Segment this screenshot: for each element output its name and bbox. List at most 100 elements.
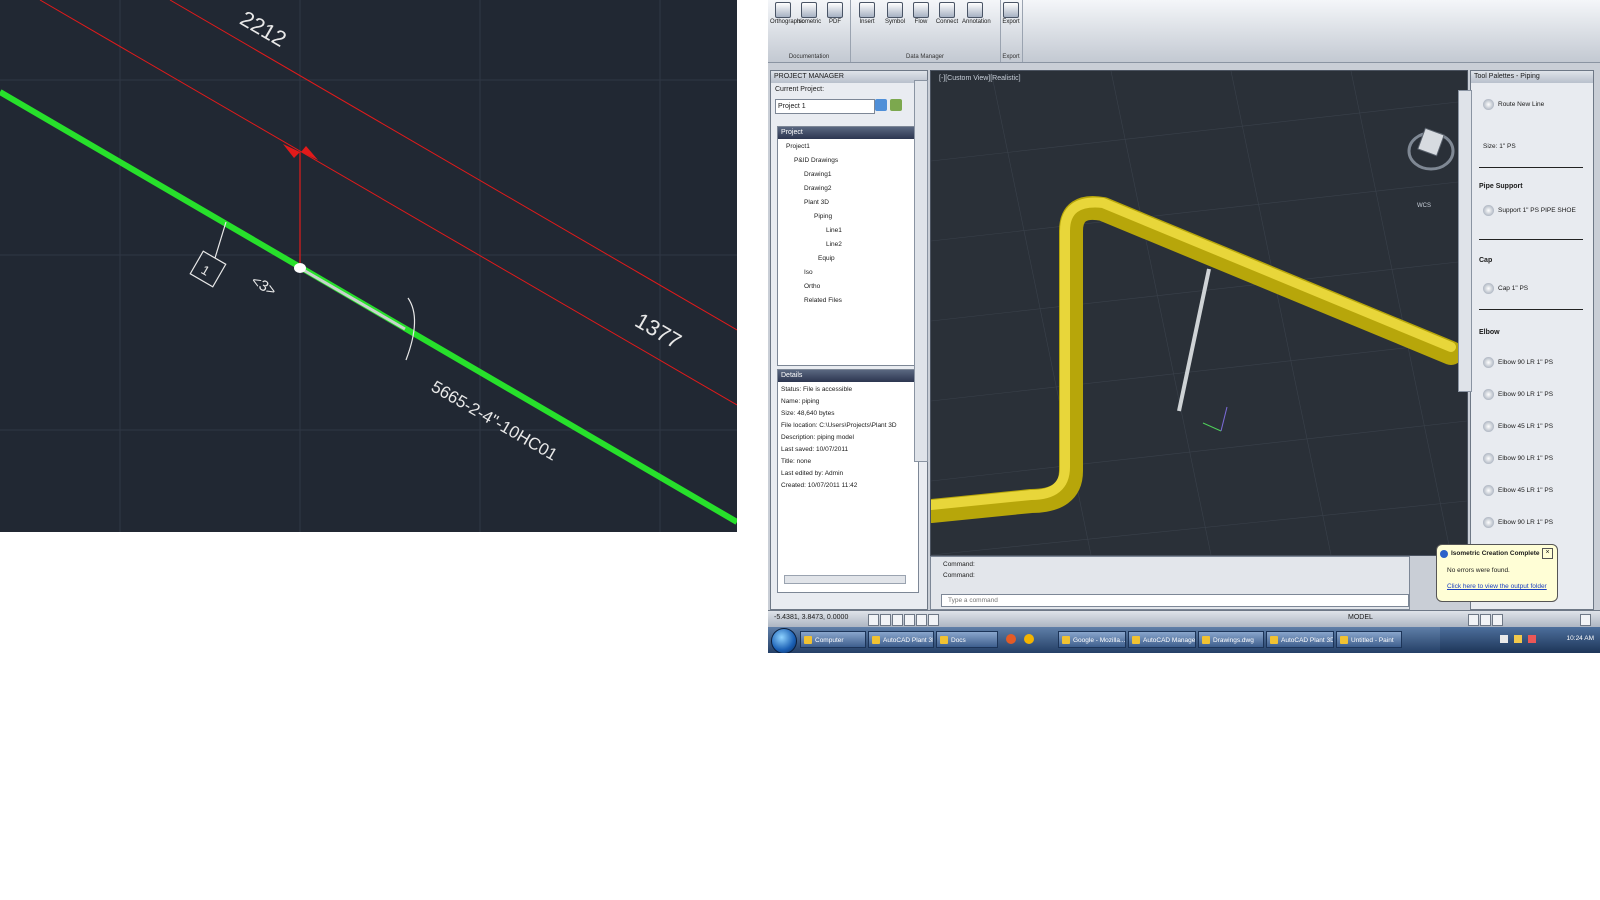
elbow-tool[interactable]: Elbow 90 LR 1" PS (1483, 389, 1553, 400)
tree-item[interactable]: Piping (814, 213, 832, 220)
pipe-size-tool[interactable]: Size: 1" PS (1483, 143, 1516, 150)
details-line: Description: piping model (781, 434, 854, 441)
ribbon-group-label: Export (1002, 54, 1020, 60)
project-refresh-icon[interactable] (890, 99, 902, 111)
pdf-icon (827, 2, 843, 18)
polar-toggle[interactable] (904, 614, 915, 626)
model-space-label[interactable]: MODEL (1348, 614, 1373, 621)
workspace-icon[interactable] (1468, 614, 1479, 626)
viewport-label[interactable]: [-][Custom View][Realistic] (939, 75, 1021, 82)
ribbon-button-label: PDF (829, 19, 841, 25)
tree-item[interactable]: P&ID Drawings (794, 157, 838, 164)
ribbon-button-label: Symbol (884, 19, 905, 25)
notification-balloon[interactable]: Isometric Creation Complete × No errors … (1436, 544, 1558, 602)
tool-label: Cap 1" PS (1498, 285, 1529, 293)
callout-leader (214, 221, 227, 259)
command-history-line: Command: (943, 572, 975, 579)
tree-item[interactable]: Ortho (804, 283, 820, 290)
chrome-icon[interactable] (1024, 634, 1034, 644)
route-pipe-icon (1483, 99, 1494, 110)
elbow-tool[interactable]: Elbow 90 LR 1" PS (1483, 357, 1553, 368)
taskbar-item[interactable]: AutoCAD Manager (1128, 631, 1196, 648)
lock-icon[interactable] (1480, 614, 1491, 626)
taskbar-item[interactable]: AutoCAD Plant 3D (1266, 631, 1334, 648)
ribbon-button-pdf[interactable]: PDF (822, 0, 848, 46)
palette-section-title: Cap (1479, 257, 1493, 264)
firefox-icon[interactable] (1006, 634, 1016, 644)
ribbon-button-isometric[interactable]: Isometric (796, 0, 822, 46)
update-icon[interactable] (1528, 635, 1536, 643)
network-icon[interactable] (1500, 635, 1508, 643)
tree-item[interactable]: Equip (818, 255, 835, 262)
taskbar-item[interactable]: Computer (800, 631, 866, 648)
viewcube-wcs-label[interactable]: WCS (1417, 203, 1431, 209)
tool-label: Elbow 90 LR 1" PS (1498, 391, 1554, 399)
details-line: Title: none (781, 458, 812, 465)
route-new-line-tool[interactable]: Route New Line (1483, 99, 1544, 110)
tree-item[interactable]: Iso (804, 269, 813, 276)
notification-link[interactable]: Click here to view the output folder (1447, 583, 1547, 590)
ribbon-group-export: Export Export (1000, 0, 1023, 62)
ribbon-button-connect[interactable]: Connect (934, 0, 960, 46)
model-viewport[interactable]: [-][Custom View][Realistic] WCS (930, 70, 1468, 556)
project-manager-panel: PROJECT MANAGER Current Project: Project… (770, 70, 928, 610)
pipe-support-tool[interactable]: Support 1" PS PIPE SHOE (1483, 205, 1576, 216)
taskbar-item[interactable]: Drawings.dwg (1198, 631, 1264, 648)
insert-icon (859, 2, 875, 18)
ribbon-group-data-manager: Insert Symbol Flow Connect Annotation Da… (850, 0, 1001, 62)
tree-item[interactable]: Line1 (826, 227, 842, 234)
ribbon-button-insert[interactable]: Insert (854, 0, 880, 46)
project-tree: Project Project1 P&ID Drawings Drawing1 … (777, 126, 919, 366)
tree-item[interactable]: Plant 3D (804, 199, 829, 206)
elbow-tool[interactable]: Elbow 45 LR 1" PS (1483, 421, 1553, 432)
tree-item[interactable]: Line2 (826, 241, 842, 248)
tool-label: Elbow 90 LR 1" PS (1498, 455, 1554, 463)
ribbon-button-label: Annotation (962, 19, 991, 25)
taskbar-item[interactable]: Google - Mozilla... (1058, 631, 1126, 648)
dimension-arrow-right (301, 146, 318, 160)
ribbon-button-symbol[interactable]: Symbol (882, 0, 908, 46)
elbow-tool[interactable]: Elbow 90 LR 1" PS (1483, 453, 1553, 464)
drawing-canvas: 1 <3> 2212 1377 5665-2-4"-10HC01 (0, 0, 737, 532)
grid-toggle[interactable] (880, 614, 891, 626)
ortho-toggle[interactable] (892, 614, 903, 626)
cap-tool[interactable]: Cap 1" PS (1483, 283, 1528, 294)
project-setup-icon[interactable] (875, 99, 887, 111)
palette-section-title: Elbow (1479, 329, 1500, 336)
tree-item[interactable]: Drawing1 (804, 171, 831, 178)
command-input[interactable]: Type a command (941, 594, 1409, 607)
otrack-toggle[interactable] (928, 614, 939, 626)
clock[interactable]: 10:24 AM (1567, 635, 1594, 642)
ucs-y-axis (1220, 406, 1228, 432)
fullscreen-icon[interactable] (1580, 614, 1591, 626)
elbow-icon (1483, 453, 1494, 464)
tree-item[interactable]: Drawing2 (804, 185, 831, 192)
current-project-dropdown[interactable]: Project 1 (775, 99, 875, 114)
close-icon[interactable]: × (1542, 548, 1553, 559)
support-icon (1483, 205, 1494, 216)
ribbon-button-flow[interactable]: Flow (908, 0, 934, 46)
taskbar-item[interactable]: Untitled - Paint (1336, 631, 1402, 648)
details-scrollbar[interactable] (784, 575, 906, 584)
line-number-label: 5665-2-4"-10HC01 (428, 377, 561, 465)
snap-toggle[interactable] (868, 614, 879, 626)
security-icon[interactable] (1514, 635, 1522, 643)
tool-palette-side-tabs[interactable] (1458, 90, 1472, 392)
ribbon-button-export[interactable]: Export (998, 0, 1024, 46)
tree-item[interactable]: Related Files (804, 297, 842, 304)
tool-label: Elbow 90 LR 1" PS (1498, 359, 1554, 367)
elbow-tool[interactable]: Elbow 45 LR 1" PS (1483, 485, 1553, 496)
start-button[interactable] (771, 628, 797, 653)
taskbar-item[interactable]: AutoCAD Plant 3D (868, 631, 934, 648)
osnap-toggle[interactable] (916, 614, 927, 626)
ribbon-button-annotation[interactable]: Annotation (962, 0, 991, 46)
ribbon-button-label: Flow (914, 19, 928, 25)
tree-item[interactable]: Project1 (786, 143, 810, 150)
taskbar-item[interactable]: Docs (936, 631, 998, 648)
elbow-tool[interactable]: Elbow 90 LR 1" PS (1483, 517, 1553, 528)
settings-icon[interactable] (1492, 614, 1503, 626)
symbol-icon (887, 2, 903, 18)
ribbon-button-orthographic[interactable]: Orthographic (770, 0, 805, 46)
project-manager-side-tabs[interactable] (914, 80, 928, 462)
viewcube[interactable] (1417, 127, 1445, 157)
